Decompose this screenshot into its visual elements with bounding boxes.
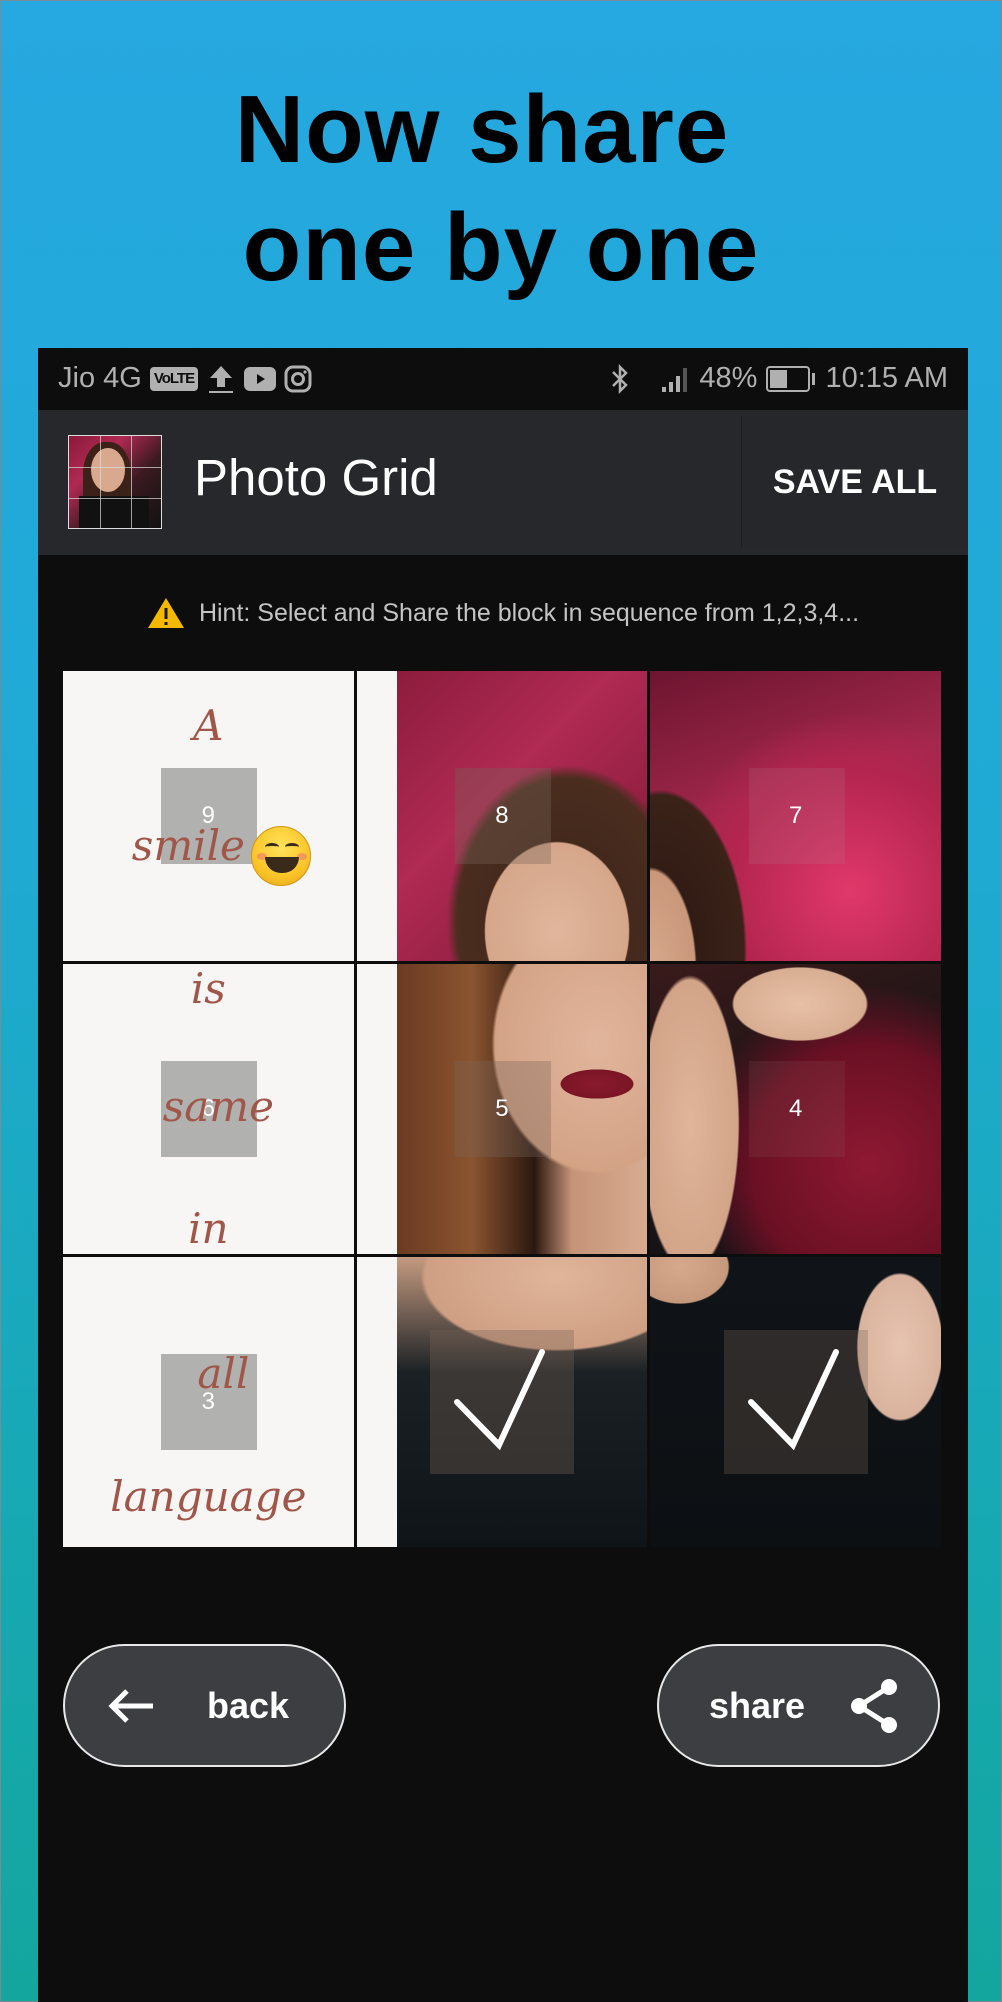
clock: 10:15 AM: [825, 362, 948, 394]
upload-icon: [209, 365, 234, 393]
photo-grid: A 9 smile 8 7 is 6 same in 5 4 all 3 lan…: [63, 671, 941, 1547]
checkmark-icon: [747, 1349, 839, 1451]
grid-block-2[interactable]: [356, 1257, 648, 1547]
promo-line-2: one by one: [242, 194, 760, 301]
app-bar: Photo Grid SAVE ALL: [38, 410, 968, 555]
smiling-face-emoji-icon: [251, 826, 311, 886]
grid-block-1[interactable]: [650, 1257, 941, 1547]
arrow-left-icon: [108, 1688, 153, 1723]
share-icon: [851, 1678, 898, 1733]
grid-block-5[interactable]: 5: [356, 964, 648, 1254]
share-button[interactable]: share: [657, 1644, 940, 1767]
promo-line-1: Now share: [234, 76, 730, 183]
grid-block-8[interactable]: 8: [356, 671, 648, 961]
grid-block-6[interactable]: is 6 same in: [63, 964, 354, 1254]
grid-block-9[interactable]: A 9 smile: [63, 671, 354, 961]
app-thumbnail[interactable]: [68, 435, 162, 529]
checkmark-icon: [453, 1349, 545, 1451]
grid-block-3[interactable]: all 3 language: [63, 1257, 354, 1547]
grid-block-7[interactable]: 7: [650, 671, 941, 961]
battery-icon: [766, 365, 816, 392]
block-number: 4: [788, 1095, 803, 1122]
hint-text: Hint: Select and Share the block in sequ…: [198, 598, 860, 627]
instagram-icon: [284, 365, 312, 392]
volte-icon: VoLTE: [149, 366, 199, 391]
app-title: Photo Grid: [194, 449, 438, 506]
youtube-icon: [244, 366, 277, 391]
quote-word: in: [188, 1204, 229, 1253]
quote-word: language: [110, 1472, 307, 1521]
battery-percent: 48%: [699, 362, 758, 394]
status-bar-right: 48% 10:15 AM: [609, 362, 948, 395]
signal-icon: [662, 367, 688, 392]
quote-word: same: [162, 1082, 274, 1131]
warning-icon: [147, 598, 184, 628]
bluetooth-icon: [612, 363, 629, 394]
save-all-button[interactable]: SAVE ALL: [741, 416, 968, 548]
share-label: share: [709, 1684, 806, 1726]
back-label: back: [207, 1684, 290, 1726]
quote-word: is: [190, 964, 226, 1013]
block-number: 5: [495, 1095, 509, 1122]
hint-banner: Hint: Select and Share the block in sequ…: [38, 593, 968, 633]
block-number: 7: [788, 802, 803, 829]
phone-screen: Jio 4G VoLTE 48% 10:15 AM Photo Grid SAV…: [38, 348, 968, 2002]
quote-word: all: [197, 1349, 250, 1398]
block-number: 8: [495, 802, 509, 829]
carrier-label: Jio 4G: [58, 362, 142, 394]
grid-block-4[interactable]: 4: [650, 964, 941, 1254]
promo-title: Now share one by one: [1, 71, 1001, 307]
block-number: 3: [201, 1388, 216, 1415]
back-button[interactable]: back: [63, 1644, 346, 1767]
status-bar: Jio 4G VoLTE 48% 10:15 AM: [38, 348, 968, 410]
status-bar-left: Jio 4G VoLTE: [58, 362, 312, 395]
quote-word: A: [193, 701, 224, 750]
